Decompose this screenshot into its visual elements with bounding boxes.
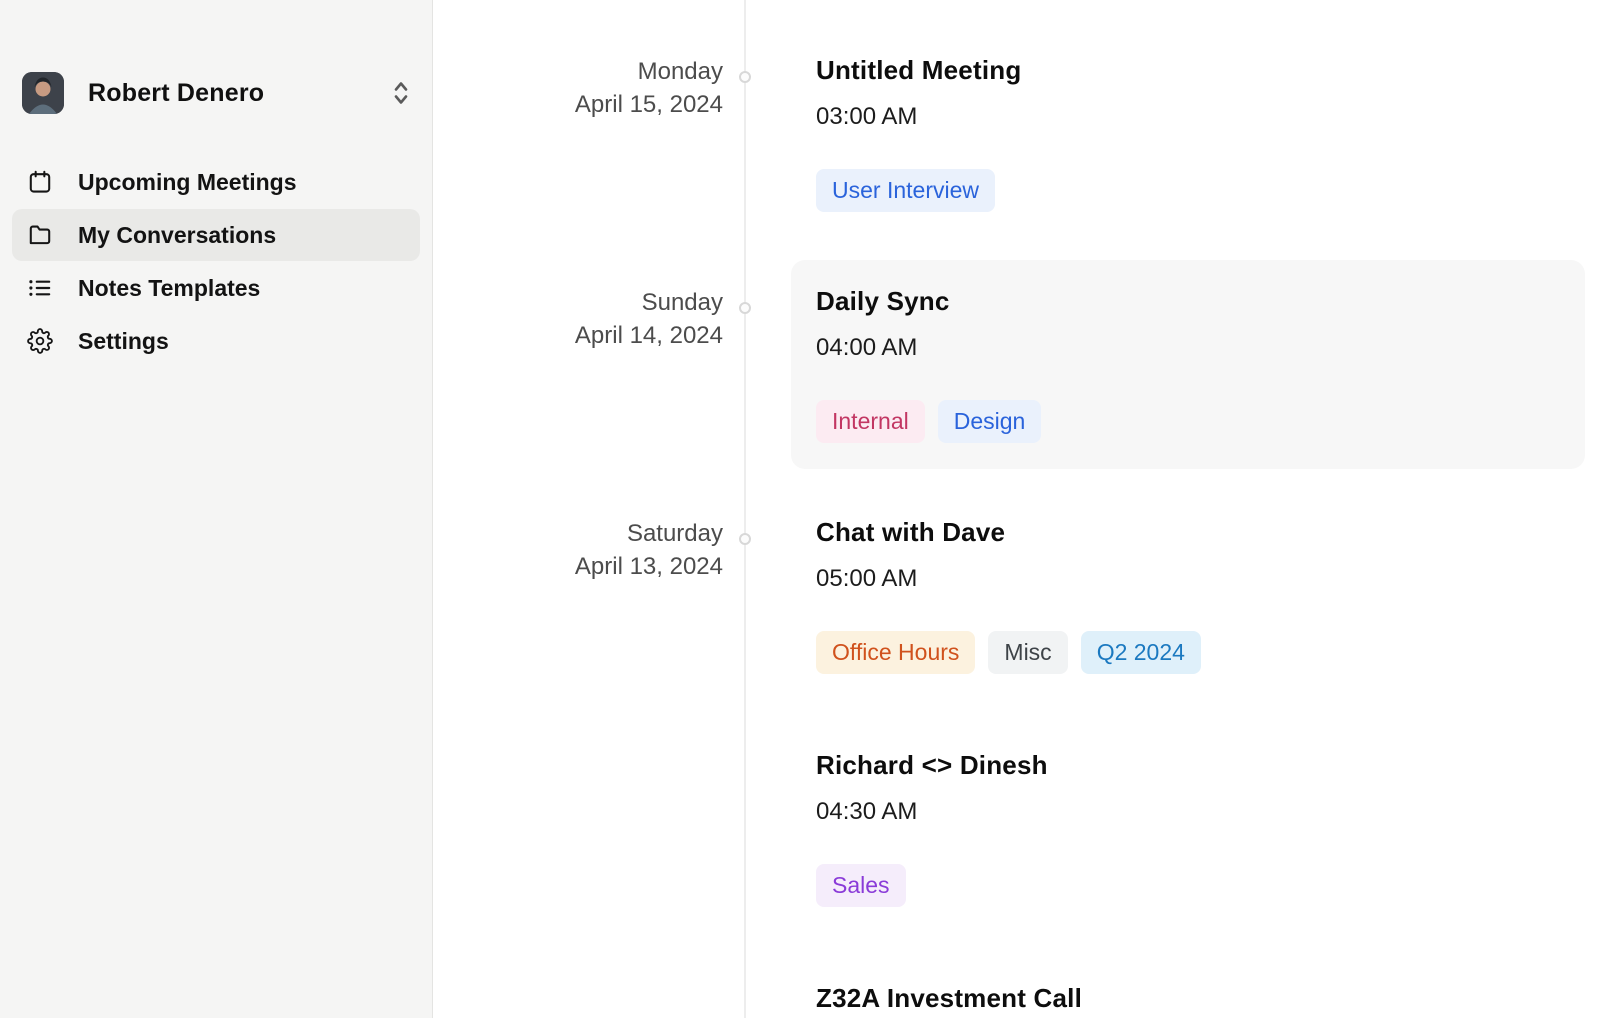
meeting-tags: Office Hours Misc Q2 2024 [816,631,1560,674]
meeting-time: 05:00 AM [816,562,1560,595]
avatar [22,72,64,114]
meeting-title: Untitled Meeting [816,55,1560,86]
account-switcher[interactable]: Robert Denero [22,72,412,114]
sidebar-item-label: Notes Templates [78,275,260,302]
timeline-date: MondayApril 15, 2024 [434,29,745,238]
sidebar-item-my-conversations[interactable]: My Conversations [12,209,420,261]
timeline-dot-icon [739,302,751,314]
tag-user-interview[interactable]: User Interview [816,169,995,212]
meeting-title: Z32A Investment Call [816,983,1560,1014]
meeting-tags: User Interview [816,169,1560,212]
meeting-title: Chat with Dave [816,517,1560,548]
meeting-title: Richard <> Dinesh [816,750,1560,781]
list-icon [26,274,54,302]
date-full-label: April 14, 2024 [434,319,723,352]
date-day-label: Monday [434,55,723,88]
timeline-date: SundayApril 14, 2024 [434,260,745,469]
folder-icon [26,221,54,249]
meeting-time: 03:00 AM [816,100,1560,133]
tag-misc[interactable]: Misc [988,631,1067,674]
meetings-column: Chat with Dave 05:00 AM Office Hours Misc Q2… [745,491,1600,1018]
tag-q2-2024[interactable]: Q2 2024 [1081,631,1201,674]
date-day-label: Saturday [434,517,723,550]
meeting-title: Daily Sync [816,286,1560,317]
meetings-column: Daily Sync 04:00 AM Internal Design [745,260,1600,469]
sidebar-item-label: Settings [78,328,169,355]
sidebar: Robert Denero Upcoming Meetings My Conver… [0,0,433,1018]
sidebar-item-settings[interactable]: Settings [12,315,420,367]
meeting-card[interactable]: Daily Sync 04:00 AM Internal Design [791,260,1585,469]
meeting-time: 04:00 AM [816,331,1560,364]
timeline-groups: MondayApril 15, 2024 Untitled Meeting 03:0… [434,0,1600,1018]
user-name: Robert Denero [88,79,390,108]
timeline-group: SaturdayApril 13, 2024 Chat with Dave 05:0… [434,491,1600,1018]
tag-office-hours[interactable]: Office Hours [816,631,975,674]
meeting-card[interactable]: Richard <> Dinesh 04:30 AM Sales [791,724,1585,933]
calendar-icon [26,168,54,196]
sidebar-item-label: Upcoming Meetings [78,169,297,196]
sidebar-item-label: My Conversations [78,222,276,249]
meeting-time: 04:30 AM [816,795,1560,828]
timeline-date: SaturdayApril 13, 2024 [434,491,745,1018]
timeline-group: MondayApril 15, 2024 Untitled Meeting 03:0… [434,29,1600,238]
sidebar-item-upcoming-meetings[interactable]: Upcoming Meetings [12,156,420,208]
meeting-card[interactable]: Untitled Meeting 03:00 AM User Interview [791,29,1585,238]
meeting-tags: Internal Design [816,400,1560,443]
meeting-card[interactable]: Chat with Dave 05:00 AM Office Hours Misc Q2… [791,491,1585,700]
sidebar-menu: Upcoming Meetings My Conversations Notes T… [0,156,432,367]
chevron-up-down-icon[interactable] [390,78,412,108]
tag-internal[interactable]: Internal [816,400,925,443]
timeline-group: SundayApril 14, 2024 Daily Sync 04:00 AM In… [434,260,1600,469]
timeline-dot-icon [739,533,751,545]
date-full-label: April 15, 2024 [434,88,723,121]
timeline-dot-icon [739,71,751,83]
date-full-label: April 13, 2024 [434,550,723,583]
conversations-timeline: MondayApril 15, 2024 Untitled Meeting 03:0… [434,0,1600,1018]
tag-design[interactable]: Design [938,400,1042,443]
gear-icon [26,327,54,355]
sidebar-item-notes-templates[interactable]: Notes Templates [12,262,420,314]
meeting-tags: Sales [816,864,1560,907]
meeting-card[interactable]: Z32A Investment Call [791,957,1585,1018]
tag-sales[interactable]: Sales [816,864,906,907]
date-day-label: Sunday [434,286,723,319]
meetings-column: Untitled Meeting 03:00 AM User Interview [745,29,1600,238]
